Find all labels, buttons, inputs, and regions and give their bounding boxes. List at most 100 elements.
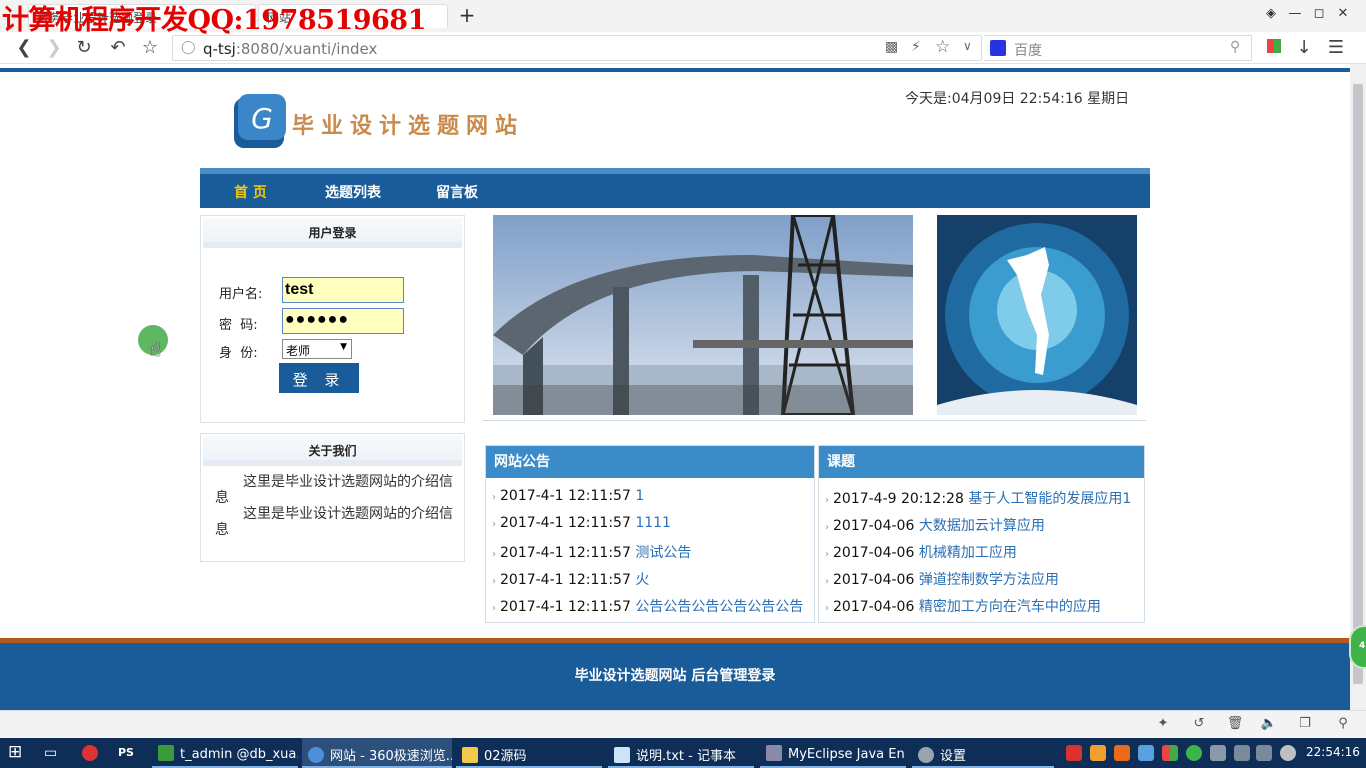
topics-panel: 课题 › 2017-4-9 20:12:28 基于人工智能的发展应用1 › 2017… [818, 445, 1145, 623]
item-link[interactable]: 大数据加云计算应用 [919, 518, 1045, 534]
about-panel-title: 关于我们 [203, 436, 462, 466]
tray-qq-icon[interactable] [1090, 745, 1106, 761]
taskbar-item-browser[interactable]: 网站 - 360极速浏览... [302, 738, 452, 768]
about-panel: 关于我们 这里是毕业设计选题网站的介绍信息 这里是毕业设计选题网站的介绍信息 [200, 433, 465, 562]
arrow-icon: › [825, 603, 829, 614]
item-link[interactable]: 1 [635, 488, 644, 504]
back-icon[interactable]: ❮ [12, 36, 36, 60]
undo-icon[interactable]: ↶ [106, 36, 130, 60]
banner-bridge-image[interactable] [493, 215, 913, 415]
menu-item-home[interactable]: 首 页 [234, 182, 267, 202]
qr-code-icon[interactable]: ▩ [885, 39, 898, 55]
browser-status-bar: ✦ ↺ 🗑 🔈 ❐ ⚲ [0, 710, 1366, 738]
menu-item-topic-list[interactable]: 选题列表 [325, 182, 381, 202]
item-link[interactable]: 基于人工智能的发展应用1 [968, 491, 1131, 507]
download-icon[interactable]: ↓ [1292, 36, 1316, 60]
item-link[interactable]: 机械精加工应用 [919, 545, 1017, 561]
item-link[interactable]: 公告公告公告公告公告公告 [635, 599, 803, 615]
security-shield-icon: ◯ [181, 40, 196, 55]
password-input[interactable]: ●●●●●● [282, 308, 404, 334]
arrow-icon: › [825, 576, 829, 587]
date-time-text: 今天是:04月09日 22:54:16 星期日 [905, 91, 1130, 107]
username-label: 用户名: [219, 287, 263, 302]
banner-skater-image[interactable] [937, 215, 1137, 415]
forward-icon[interactable]: ❯ [42, 36, 66, 60]
menu-icon[interactable]: ☰ [1324, 36, 1348, 60]
list-item: › 2017-4-1 12:11:57 测试公告 [492, 542, 691, 562]
search-box[interactable]: 百度 ⚲ [984, 35, 1252, 61]
item-link[interactable]: 1111 [635, 515, 671, 531]
page-scrollbar[interactable] [1350, 64, 1366, 710]
item-date: 2017-4-1 12:11:57 [500, 572, 631, 588]
tray-tool-icon[interactable] [1210, 745, 1226, 761]
site-name: 毕业设计选题网站 [292, 113, 525, 139]
taskbar-item-folder[interactable]: 02源码 [456, 738, 602, 768]
taskbar-item-myeclipse[interactable]: MyEclipse Java En... [760, 738, 906, 768]
arrow-icon: › [825, 522, 829, 533]
taskbar-item-settings[interactable]: 设置 [912, 738, 1054, 768]
notices-panel: 网站公告 › 2017-4-1 12:11:57 1 › 2017-4-1 12:1… [485, 445, 815, 623]
address-bar[interactable]: ◯ q-tsj:8080/xuanti/index ▩ ⚡ ☆ ∨ [172, 35, 982, 61]
item-link[interactable]: 弹道控制数学方法应用 [919, 572, 1059, 588]
tray-edit-icon[interactable] [1138, 745, 1154, 761]
taskbar-item-db[interactable]: t_admin @db_xua... [152, 738, 298, 768]
role-label: 身 份: [219, 346, 258, 361]
speaker-icon[interactable] [1256, 745, 1272, 761]
favorite-star-icon[interactable]: ☆ [935, 37, 950, 57]
window-icon[interactable]: ❐ [1296, 716, 1314, 734]
skin-icon[interactable]: ◈ [1260, 6, 1282, 24]
maximize-button[interactable]: ◻ [1308, 6, 1330, 24]
taskbar-ps[interactable]: PS [118, 738, 142, 768]
url-path: :8080/xuanti/index [235, 40, 378, 58]
taskbar-label: 说明.txt - 记事本 [636, 749, 736, 764]
speed-badge[interactable]: 45 [1349, 625, 1366, 669]
minimize-button[interactable]: — [1284, 6, 1306, 24]
arrow-icon: › [825, 495, 829, 506]
tray-360-icon[interactable] [1186, 745, 1202, 761]
chevron-down-icon[interactable]: ∨ [963, 39, 972, 53]
zoom-icon[interactable]: ⚲ [1334, 716, 1352, 734]
bookmark-star-icon[interactable]: ☆ [138, 36, 162, 60]
arrow-icon: › [492, 549, 496, 560]
app-red-icon[interactable] [82, 738, 104, 768]
arrow-icon: › [492, 576, 496, 587]
trash-icon[interactable]: 🗑 [1226, 716, 1244, 734]
reload-icon[interactable]: ↻ [72, 36, 96, 60]
taskbar-label: 设置 [940, 749, 967, 764]
tray-app-icon[interactable] [1066, 745, 1082, 761]
search-icon[interactable]: ⚲ [1230, 39, 1240, 55]
arrow-icon: › [825, 549, 829, 560]
role-select[interactable]: 老师 ▼ [282, 339, 352, 359]
tray-search-icon[interactable] [1114, 745, 1130, 761]
taskbar-item-notepad[interactable]: 说明.txt - 记事本 [608, 738, 754, 768]
lightning-icon[interactable]: ⚡ [911, 39, 921, 55]
site-logo-icon[interactable]: G [232, 94, 288, 150]
footer-admin-link[interactable]: 毕业设计选题网站 后台管理登录 [0, 665, 1350, 685]
task-view-icon[interactable]: ▭ [44, 738, 66, 768]
navicat-icon [158, 745, 174, 761]
tray-grid-icon[interactable] [1162, 745, 1178, 761]
login-button[interactable]: 登 录 [279, 363, 359, 393]
item-link[interactable]: 精密加工方向在汽车中的应用 [919, 599, 1101, 615]
windows-start-icon[interactable]: ⊞ [8, 738, 32, 768]
list-item: › 2017-04-06 精密加工方向在汽车中的应用 [825, 596, 1101, 616]
network-icon[interactable] [1234, 745, 1250, 761]
list-item: › 2017-04-06 机械精加工应用 [825, 542, 1017, 562]
about-paragraph: 这里是毕业设计选题网站的介绍信息 [215, 506, 453, 538]
notification-icon[interactable] [1280, 745, 1296, 761]
scrollbar-thumb[interactable] [1353, 84, 1363, 684]
volume-icon[interactable]: 🔈 [1260, 716, 1278, 734]
logo-letter: G [251, 102, 273, 135]
apps-grid-icon[interactable] [1262, 36, 1286, 60]
new-tab-button[interactable]: + [456, 3, 478, 27]
list-item: › 2017-4-1 12:11:57 火 [492, 569, 649, 589]
item-link[interactable]: 测试公告 [635, 545, 691, 561]
item-link[interactable]: 火 [635, 572, 649, 588]
refresh-icon[interactable]: ↺ [1190, 716, 1208, 734]
menu-item-message-board[interactable]: 留言板 [436, 182, 478, 202]
baidu-icon [990, 40, 1006, 56]
close-window-button[interactable]: ✕ [1332, 6, 1354, 24]
username-input[interactable]: test [282, 277, 404, 303]
pin-icon[interactable]: ✦ [1154, 716, 1172, 734]
taskbar-clock: 22:54:16 [1306, 745, 1360, 759]
